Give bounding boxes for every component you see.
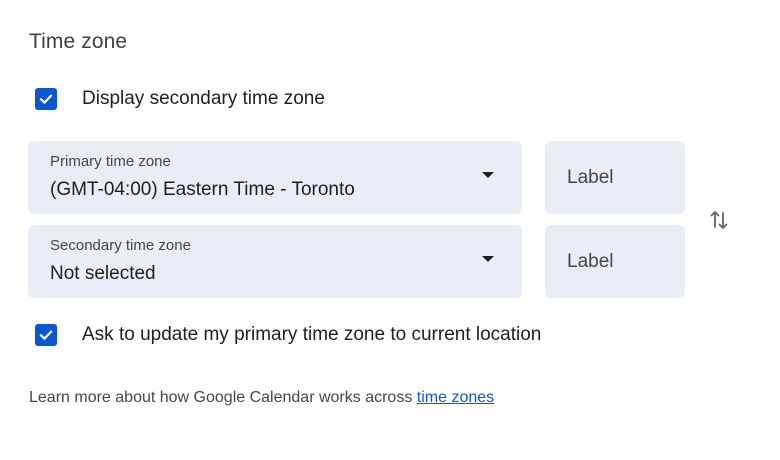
display-secondary-row: Display secondary time zone	[35, 88, 325, 110]
ask-update-checkbox[interactable]	[35, 324, 57, 346]
secondary-label-input[interactable]	[545, 225, 685, 298]
check-icon	[39, 330, 53, 341]
caret-down-icon	[482, 256, 494, 262]
secondary-time-zone-value: Not selected	[50, 263, 156, 284]
primary-label-input[interactable]	[545, 141, 685, 214]
ask-update-label: Ask to update my primary time zone to cu…	[82, 324, 542, 345]
swap-vertical-icon	[710, 211, 728, 229]
display-secondary-label: Display secondary time zone	[82, 88, 325, 109]
learn-more-prefix: Learn more about how Google Calendar wor…	[29, 389, 417, 406]
time-zone-settings: Time zone Display secondary time zone Pr…	[0, 0, 780, 460]
ask-update-row: Ask to update my primary time zone to cu…	[35, 324, 541, 346]
caret-down-icon	[482, 172, 494, 178]
primary-time-zone-caption: Primary time zone	[50, 153, 171, 170]
primary-time-zone-value: (GMT-04:00) Eastern Time - Toronto	[50, 179, 355, 200]
secondary-time-zone-caption: Secondary time zone	[50, 237, 191, 254]
display-secondary-checkbox[interactable]	[35, 88, 57, 110]
check-icon	[39, 94, 53, 105]
secondary-label-field	[545, 225, 685, 298]
section-title: Time zone	[29, 30, 128, 53]
primary-label-field	[545, 141, 685, 214]
swap-time-zones-button[interactable]	[706, 206, 732, 234]
learn-more-text: Learn more about how Google Calendar wor…	[29, 389, 494, 407]
primary-time-zone-select[interactable]: Primary time zone (GMT-04:00) Eastern Ti…	[28, 141, 522, 214]
time-zones-link[interactable]: time zones	[417, 389, 494, 406]
secondary-time-zone-select[interactable]: Secondary time zone Not selected	[28, 225, 522, 298]
